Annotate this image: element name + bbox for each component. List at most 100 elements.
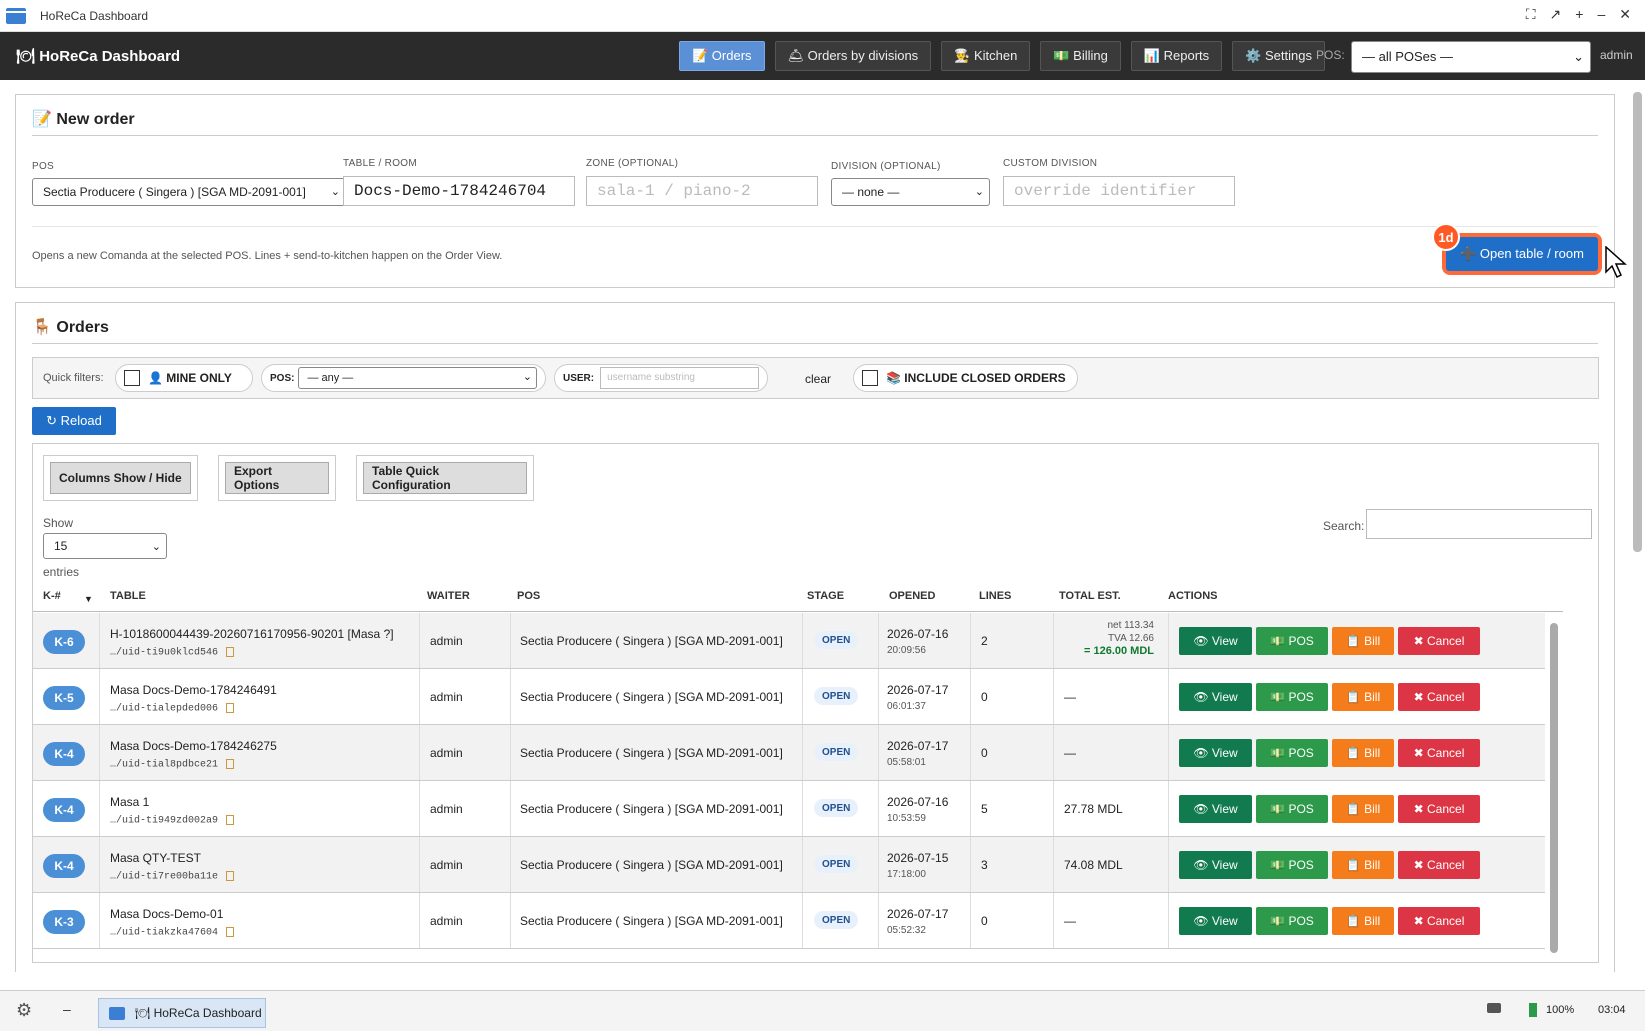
include-closed-checkbox[interactable]: [862, 370, 878, 386]
entries-label: entries: [43, 565, 80, 579]
window-title: HoReCa Dashboard: [40, 8, 149, 23]
nav-orders[interactable]: 📝 Orders: [679, 41, 765, 71]
clipboard-icon[interactable]: [226, 927, 235, 937]
table-room-input[interactable]: Docs-Demo-1784246704: [343, 176, 575, 206]
pos-button[interactable]: 💵 POS: [1256, 851, 1328, 879]
page-scrollbar-thumb[interactable]: [1633, 92, 1642, 552]
table-quick-config-button[interactable]: Table Quick Configuration: [363, 462, 527, 494]
nav-orders-by-divisions[interactable]: 🛎 Orders by divisions: [774, 41, 932, 71]
search-input[interactable]: [1366, 509, 1592, 539]
table-row[interactable]: K-4 Masa Docs-Demo-1784246275 …/uid-tial8…: [33, 725, 1545, 781]
fullscreen-icon[interactable]: ⛶: [1526, 6, 1536, 23]
columns-show-hide-button[interactable]: Columns Show / Hide: [50, 462, 191, 494]
col-opened[interactable]: OPENED: [889, 590, 935, 602]
clock[interactable]: 03:04: [1598, 1004, 1626, 1016]
view-button[interactable]: 👁 View: [1179, 795, 1252, 823]
bill-button[interactable]: 📋 Bill: [1332, 851, 1394, 879]
bill-button[interactable]: 📋 Bill: [1332, 907, 1394, 935]
include-closed-filter[interactable]: 📚 INCLUDE CLOSED ORDERS: [853, 364, 1078, 392]
bill-button[interactable]: 📋 Bill: [1332, 739, 1394, 767]
pos-button[interactable]: 💵 POS: [1256, 739, 1328, 767]
taskbar-app-horeca[interactable]: 🍽 HoReCa Dashboard: [98, 998, 266, 1028]
table-row[interactable]: K-4 Masa QTY-TEST …/uid-ti7re00ba11e admi…: [33, 837, 1545, 893]
bill-button[interactable]: 📋 Bill: [1332, 627, 1394, 655]
table-row[interactable]: K-5 Masa Docs-Demo-1784246491 …/uid-tiale…: [33, 669, 1545, 725]
clipboard-icon[interactable]: [226, 703, 235, 713]
pos-button[interactable]: 💵 POS: [1256, 627, 1328, 655]
brand[interactable]: 🍽 HoReCa Dashboard: [16, 47, 180, 65]
custom-division-input[interactable]: override identifier: [1003, 176, 1235, 206]
col-lines[interactable]: LINES: [979, 590, 1011, 602]
pos-button[interactable]: 💵 POS: [1256, 795, 1328, 823]
clipboard-icon[interactable]: [226, 759, 235, 769]
restore-icon[interactable]: ↗: [1550, 6, 1562, 23]
cancel-button[interactable]: ✖ Cancel: [1398, 627, 1480, 655]
col-stage[interactable]: STAGE: [807, 590, 844, 602]
view-button[interactable]: 👁 View: [1179, 739, 1252, 767]
bill-button[interactable]: 📋 Bill: [1332, 795, 1394, 823]
close-icon[interactable]: ✕: [1619, 6, 1631, 23]
nav-settings[interactable]: ⚙️ Settings: [1232, 41, 1325, 71]
page-size-select[interactable]: 15 ⌄: [43, 533, 167, 559]
cancel-button[interactable]: ✖ Cancel: [1398, 907, 1480, 935]
division-select[interactable]: — none — ⌄: [831, 178, 990, 206]
global-pos-select[interactable]: — all POSes — ⌄: [1351, 41, 1591, 73]
view-button[interactable]: 👁 View: [1179, 683, 1252, 711]
pos-button[interactable]: 💵 POS: [1256, 907, 1328, 935]
user-name[interactable]: admin: [1600, 48, 1633, 62]
minimize-icon[interactable]: –: [1597, 6, 1605, 23]
table-row[interactable]: K-3 Masa Docs-Demo-01 …/uid-tiakzka47604 …: [33, 893, 1545, 949]
cancel-button[interactable]: ✖ Cancel: [1398, 683, 1480, 711]
global-pos-value: — all POSes —: [1362, 49, 1454, 64]
nav-reports[interactable]: 📊 Reports: [1130, 41, 1223, 71]
waiter: admin: [430, 914, 463, 928]
col-table[interactable]: TABLE: [110, 590, 146, 602]
pos-select[interactable]: Sectia Producere ( Singera ) [SGA MD-209…: [32, 178, 346, 206]
taskbar-app-label: 🍽 HoReCa Dashboard: [135, 1006, 262, 1020]
table-row[interactable]: K-6 H-1018600044439-20260716170956-90201…: [33, 613, 1545, 669]
col-k[interactable]: K-#: [43, 590, 61, 602]
col-waiter[interactable]: WAITER: [427, 590, 470, 602]
pos-filter-select[interactable]: — any — ⌄: [298, 367, 537, 389]
table-scrollbar-thumb[interactable]: [1550, 623, 1558, 953]
nav-kitchen[interactable]: 👨‍🍳 Kitchen: [941, 41, 1031, 71]
view-button[interactable]: 👁 View: [1179, 627, 1252, 655]
table-scrollbar[interactable]: [1545, 613, 1563, 964]
division-value: — none —: [842, 185, 900, 199]
zone-field-label: ZONE (OPTIONAL): [586, 158, 679, 169]
clipboard-icon[interactable]: [226, 815, 235, 825]
new-window-icon[interactable]: +: [1575, 6, 1583, 23]
orders-title: 🪑 Orders: [32, 319, 109, 336]
view-button[interactable]: 👁 View: [1179, 907, 1252, 935]
network-icon[interactable]: [1487, 1003, 1501, 1013]
divider: [32, 226, 1598, 227]
cancel-button[interactable]: ✖ Cancel: [1398, 739, 1480, 767]
clipboard-icon[interactable]: [226, 871, 235, 881]
mine-only-filter[interactable]: 👤 MINE ONLY: [115, 364, 253, 392]
col-pos[interactable]: POS: [517, 590, 540, 602]
columns-group: Columns Show / Hide: [43, 455, 198, 501]
minimize-all-icon[interactable]: –: [63, 1001, 71, 1017]
lines-count: 0: [981, 914, 988, 928]
bill-button[interactable]: 📋 Bill: [1332, 683, 1394, 711]
zone-input[interactable]: sala-1 / piano-2: [586, 176, 818, 206]
nav-billing[interactable]: 💵 Billing: [1040, 41, 1121, 71]
cancel-button[interactable]: ✖ Cancel: [1398, 795, 1480, 823]
table-row[interactable]: K-4 Masa 1 …/uid-ti949zd002a9 admin Secti…: [33, 781, 1545, 837]
folder-icon: [6, 7, 26, 24]
battery-icon[interactable]: [1529, 1003, 1537, 1017]
user-filter-input[interactable]: username substring: [600, 367, 759, 389]
cancel-button[interactable]: ✖ Cancel: [1398, 851, 1480, 879]
mine-only-checkbox[interactable]: [124, 370, 140, 386]
export-options-button[interactable]: Export Options: [225, 462, 329, 494]
gear-icon[interactable]: ⚙: [16, 1000, 32, 1021]
reload-button[interactable]: ↻ Reload: [32, 407, 116, 435]
clipboard-icon[interactable]: [226, 647, 235, 657]
open-table-button[interactable]: ➕ Open table / room: [1446, 237, 1598, 271]
stage-cell: OPEN: [803, 725, 879, 780]
page-scrollbar[interactable]: [1630, 80, 1645, 970]
view-button[interactable]: 👁 View: [1179, 851, 1252, 879]
clear-filters-link[interactable]: clear: [805, 372, 831, 386]
pos-button[interactable]: 💵 POS: [1256, 683, 1328, 711]
col-total[interactable]: TOTAL EST.: [1059, 590, 1121, 602]
